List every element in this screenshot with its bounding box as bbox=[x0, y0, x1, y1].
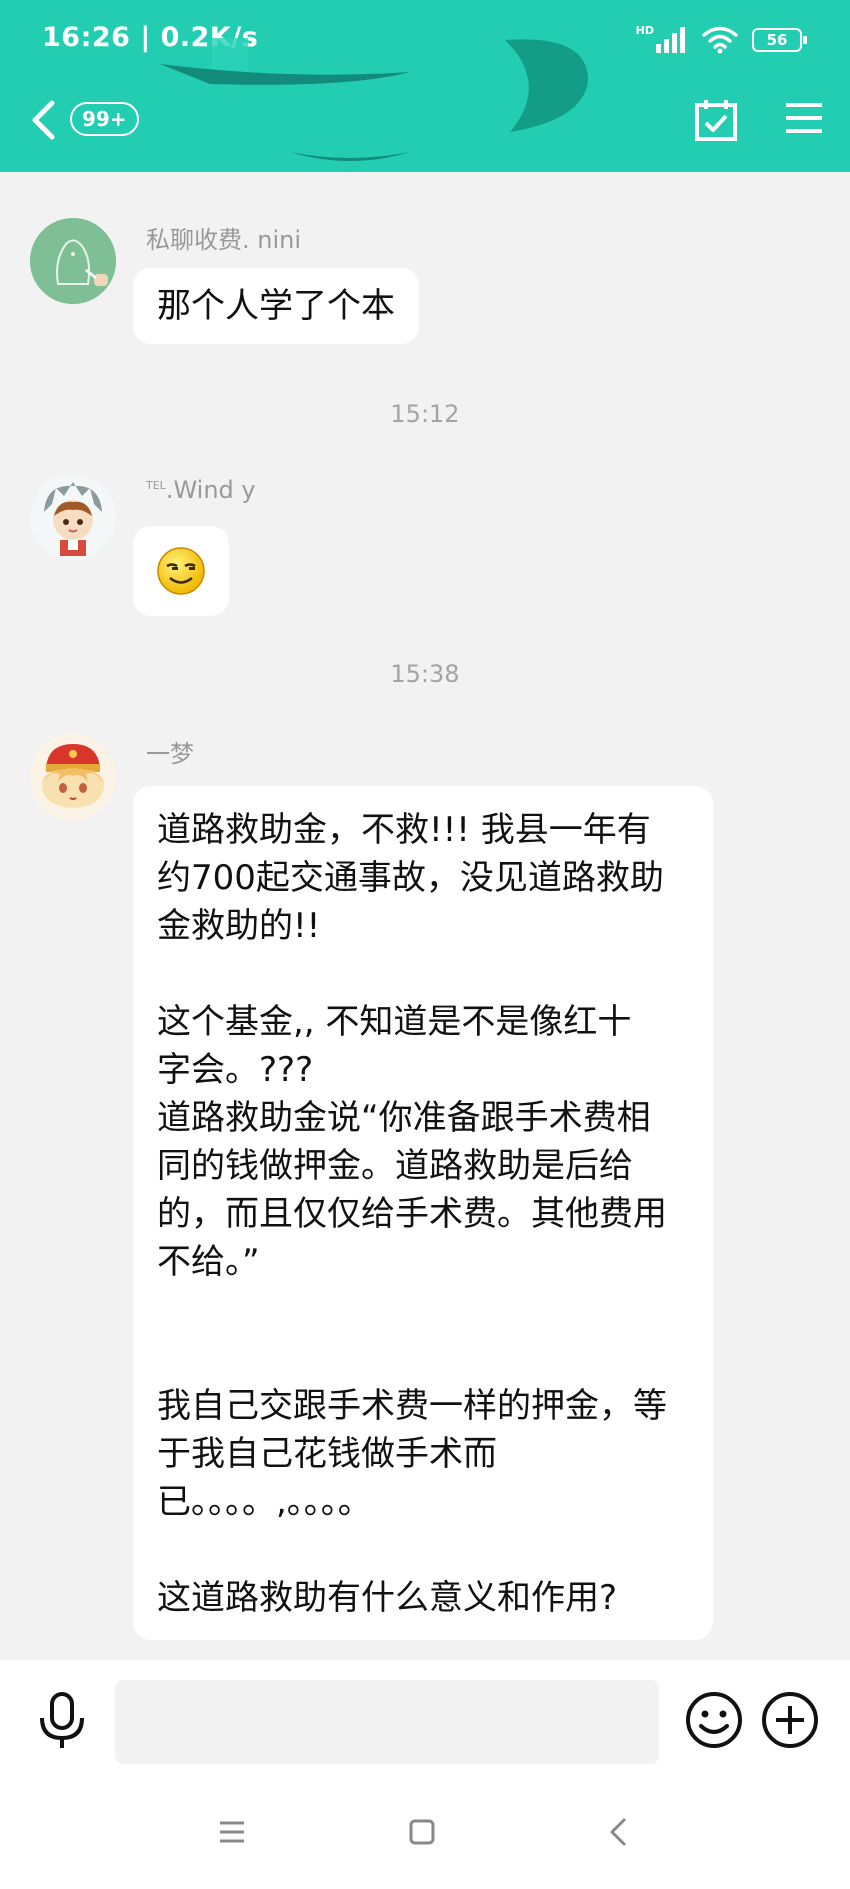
back-icon bbox=[32, 100, 55, 140]
recent-apps-icon bbox=[220, 1821, 244, 1843]
emoji-icon bbox=[686, 1692, 742, 1748]
timestamp: 15:12 bbox=[390, 400, 460, 428]
sticker-bubble[interactable] bbox=[133, 526, 229, 616]
emoji-button[interactable] bbox=[684, 1690, 744, 1750]
microphone-icon bbox=[40, 1692, 84, 1748]
sender-label: .Wind y bbox=[165, 476, 256, 504]
redaction-mark bbox=[160, 38, 589, 161]
battery-level: 56 bbox=[766, 31, 788, 49]
message-list[interactable]: 私聊收费. nini 那个人学了个本 15:12 TEL.Wind y 15:3… bbox=[0, 172, 850, 1660]
message-input[interactable] bbox=[115, 1680, 659, 1764]
battery-icon: 56 bbox=[752, 28, 807, 52]
sly-smile-emoji bbox=[157, 547, 205, 595]
message-text: 道路救助金，不救!!! 我县一年有 约700起交通事故，没见道路救助 金救助的!… bbox=[157, 810, 667, 1618]
more-button[interactable] bbox=[760, 1690, 820, 1750]
calendar-button[interactable] bbox=[694, 98, 738, 142]
back-button[interactable] bbox=[30, 98, 66, 142]
chalkboard-avatar-icon bbox=[30, 218, 116, 304]
menu-icon bbox=[786, 103, 822, 133]
message-bubble[interactable]: 那个人学了个本 bbox=[133, 268, 419, 344]
recent-apps-button[interactable] bbox=[212, 1812, 252, 1852]
hd-label: HD bbox=[635, 23, 654, 37]
system-nav-bar bbox=[0, 1776, 850, 1889]
avatar-nini[interactable] bbox=[30, 218, 116, 304]
input-bar bbox=[0, 1660, 850, 1776]
voice-button[interactable] bbox=[34, 1690, 90, 1750]
back-nav-icon bbox=[610, 1818, 626, 1846]
anime-boy-avatar-icon bbox=[30, 734, 116, 820]
sender-name: TEL.Wind y bbox=[146, 476, 256, 504]
avatar-yimeng[interactable] bbox=[30, 734, 116, 820]
signal-icon bbox=[656, 27, 685, 53]
menu-button[interactable] bbox=[784, 100, 824, 136]
message-text: 那个人学了个本 bbox=[157, 286, 395, 326]
back-nav-button[interactable] bbox=[598, 1812, 638, 1852]
plus-icon bbox=[762, 1692, 818, 1748]
unread-badge[interactable]: 99+ bbox=[70, 102, 139, 136]
boy-cartoon-avatar-icon bbox=[30, 474, 116, 560]
message-bubble[interactable]: 道路救助金，不救!!! 我县一年有 约700起交通事故，没见道路救助 金救助的!… bbox=[133, 786, 713, 1640]
sender-name: 私聊收费. nini bbox=[146, 226, 302, 254]
wifi-icon bbox=[702, 26, 738, 54]
calendar-check-icon bbox=[695, 100, 737, 141]
avatar-windy[interactable] bbox=[30, 474, 116, 560]
chat-header: 16:26 | 0.2K/s HD 56 99+ bbox=[0, 0, 850, 172]
status-icons: HD 56 bbox=[635, 23, 807, 54]
sender-sup: TEL bbox=[146, 479, 166, 492]
home-icon bbox=[409, 1819, 435, 1845]
timestamp: 15:38 bbox=[390, 660, 460, 688]
home-button[interactable] bbox=[402, 1812, 442, 1852]
sender-name: 一梦 bbox=[146, 740, 194, 768]
